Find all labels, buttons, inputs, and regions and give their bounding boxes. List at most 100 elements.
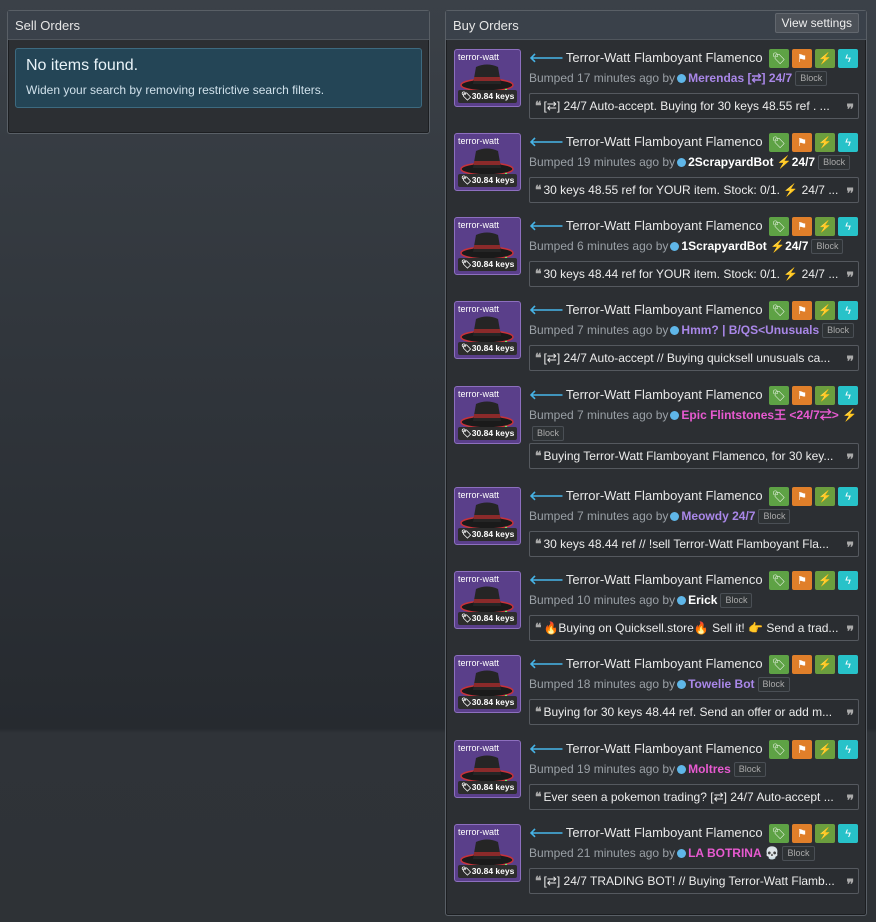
lightning-button[interactable]: ⚡ — [815, 49, 835, 68]
tag-button[interactable]: 🏷 — [769, 487, 789, 506]
block-button[interactable]: Block — [720, 593, 753, 608]
block-button[interactable]: Block — [532, 426, 565, 441]
lightning-button[interactable]: ⚡ — [815, 571, 835, 590]
item-title[interactable]: 🡐 Terror-Watt Flamboyant Flamenco — [529, 825, 763, 841]
item-title[interactable]: 🡐 Terror-Watt Flamboyant Flamenco — [529, 50, 763, 66]
block-button[interactable]: Block — [818, 155, 851, 170]
item-name: Terror-Watt Flamboyant Flamenco — [565, 741, 763, 756]
flag-button[interactable]: ⚑ — [792, 386, 812, 405]
flag-button[interactable]: ⚑ — [792, 487, 812, 506]
item-name: Terror-Watt Flamboyant Flamenco — [565, 218, 763, 233]
flag-button[interactable]: ⚑ — [792, 49, 812, 68]
no-items-hint: Widen your search by removing restrictiv… — [26, 83, 325, 97]
user-name[interactable]: LA BOTRINA 💀 — [688, 846, 779, 860]
instant-trade-button[interactable]: ϟ — [838, 301, 858, 320]
item-title[interactable]: 🡐 Terror-Watt Flamboyant Flamenco — [529, 741, 763, 757]
user-name[interactable]: Moltres — [688, 762, 731, 776]
view-settings-button[interactable]: View settings — [774, 13, 859, 33]
tag-button[interactable]: 🏷 — [769, 386, 789, 405]
instant-trade-button[interactable]: ϟ — [838, 49, 858, 68]
bumped-text: Bumped 7 minutes ago by — [529, 408, 669, 422]
tag-button[interactable]: 🏷 — [769, 571, 789, 590]
item-title[interactable]: 🡐 Terror-Watt Flamboyant Flamenco — [529, 302, 763, 318]
flag-button[interactable]: ⚑ — [792, 133, 812, 152]
item-title[interactable]: 🡐 Terror-Watt Flamboyant Flamenco — [529, 572, 763, 588]
quote-open-icon: ❝ — [535, 705, 542, 719]
instant-trade-button[interactable]: ϟ — [838, 487, 858, 506]
lightning-button[interactable]: ⚡ — [815, 487, 835, 506]
instant-trade-button[interactable]: ϟ — [838, 824, 858, 843]
flag-button[interactable]: ⚑ — [792, 301, 812, 320]
bumped-text: Bumped 18 minutes ago by — [529, 677, 676, 691]
tag-button[interactable]: 🏷 — [769, 49, 789, 68]
tag-button[interactable]: 🏷 — [769, 655, 789, 674]
flag-icon: ⚑ — [797, 575, 807, 587]
item-thumbnail[interactable]: terror-watt 🏷30.84 keys — [454, 655, 521, 713]
quote-text: [⇄] 24/7 Auto-accept // Buying quicksell… — [543, 351, 831, 365]
item-thumbnail[interactable]: terror-watt 🏷30.84 keys — [454, 386, 521, 444]
quote-close-icon: ❞ — [846, 353, 854, 369]
tag-button[interactable]: 🏷 — [769, 217, 789, 236]
item-title[interactable]: 🡐 Terror-Watt Flamboyant Flamenco — [529, 656, 763, 672]
lightning-button[interactable]: ⚡ — [815, 655, 835, 674]
user-name[interactable]: Epic Flintstones王 <24/7⇄> — [681, 408, 838, 422]
item-thumbnail[interactable]: terror-watt 🏷30.84 keys — [454, 133, 521, 191]
item-title[interactable]: 🡐 Terror-Watt Flamboyant Flamenco — [529, 218, 763, 234]
lightning-button[interactable]: ⚡ — [815, 740, 835, 759]
block-button[interactable]: Block — [758, 509, 791, 524]
item-thumbnail[interactable]: terror-watt 🏷30.84 keys — [454, 217, 521, 275]
block-button[interactable]: Block — [757, 677, 790, 692]
flag-button[interactable]: ⚑ — [792, 824, 812, 843]
bumped-text: Bumped 19 minutes ago by — [529, 762, 676, 776]
lightning-button[interactable]: ⚡ — [815, 133, 835, 152]
item-thumbnail[interactable]: terror-watt 🏷30.84 keys — [454, 740, 521, 798]
block-button[interactable]: Block — [822, 323, 855, 338]
lightning-button[interactable]: ⚡ — [815, 386, 835, 405]
flag-button[interactable]: ⚑ — [792, 740, 812, 759]
user-name[interactable]: Towelie Bot — [688, 677, 754, 691]
instant-trade-button[interactable]: ϟ — [838, 571, 858, 590]
item-thumbnail[interactable]: terror-watt 🏷30.84 keys — [454, 824, 521, 882]
tag-button[interactable]: 🏷 — [769, 301, 789, 320]
item-title[interactable]: 🡐 Terror-Watt Flamboyant Flamenco — [529, 387, 763, 403]
tag-button[interactable]: 🏷 — [769, 824, 789, 843]
quote-close-icon: ❞ — [846, 451, 854, 467]
item-title[interactable]: 🡐 Terror-Watt Flamboyant Flamenco — [529, 134, 763, 150]
instant-trade-button[interactable]: ϟ — [838, 133, 858, 152]
status-dot — [677, 74, 687, 83]
item-thumbnail[interactable]: terror-watt 🏷30.84 keys — [454, 301, 521, 359]
item-title[interactable]: 🡐 Terror-Watt Flamboyant Flamenco — [529, 488, 763, 504]
tag-icon: 🏷 — [772, 575, 786, 587]
lightning-button[interactable]: ⚡ — [815, 824, 835, 843]
instant-trade-button[interactable]: ϟ — [838, 217, 858, 236]
listing-meta: Bumped 10 minutes ago by Erick Block — [529, 591, 859, 609]
instant-trade-button[interactable]: ϟ — [838, 740, 858, 759]
flag-button[interactable]: ⚑ — [792, 655, 812, 674]
item-thumbnail[interactable]: terror-watt 🏷30.84 keys — [454, 571, 521, 629]
item-thumbnail[interactable]: terror-watt 🏷30.84 keys — [454, 487, 521, 545]
instant-trade-button[interactable]: ϟ — [838, 655, 858, 674]
tag-button[interactable]: 🏷 — [769, 740, 789, 759]
user-suffix: 24/7 — [791, 155, 816, 169]
user-name[interactable]: Erick — [688, 593, 717, 607]
block-button[interactable]: Block — [795, 71, 828, 86]
flag-button[interactable]: ⚑ — [792, 571, 812, 590]
lightning-button[interactable]: ⚡ — [815, 217, 835, 236]
user-name[interactable]: Hmm? | B/QS<Unusuals — [681, 323, 819, 337]
listing-quote: ❝ [⇄] 24/7 Auto-accept // Buying quicksel… — [529, 345, 859, 371]
item-thumbnail[interactable]: terror-watt 🏷30.84 keys — [454, 49, 521, 107]
user-name[interactable]: 1ScrapyardBot — [681, 239, 766, 253]
user-name[interactable]: Meowdy 24/7 — [681, 509, 755, 523]
block-button[interactable]: Block — [782, 846, 815, 861]
listing-meta: Bumped 19 minutes ago by 2ScrapyardBot ⚡2… — [529, 153, 859, 171]
flag-button[interactable]: ⚑ — [792, 217, 812, 236]
tag-button[interactable]: 🏷 — [769, 133, 789, 152]
block-button[interactable]: Block — [811, 239, 844, 254]
user-name[interactable]: 2ScrapyardBot — [688, 155, 773, 169]
user-name[interactable]: Merendas [⇄] 24/7 — [688, 71, 792, 85]
lightning-button[interactable]: ⚡ — [815, 301, 835, 320]
no-items-alert: No items found. Widen your search by rem… — [15, 48, 422, 108]
block-button[interactable]: Block — [733, 762, 766, 777]
tag-icon: 🏷 — [461, 428, 472, 438]
instant-trade-button[interactable]: ϟ — [838, 386, 858, 405]
